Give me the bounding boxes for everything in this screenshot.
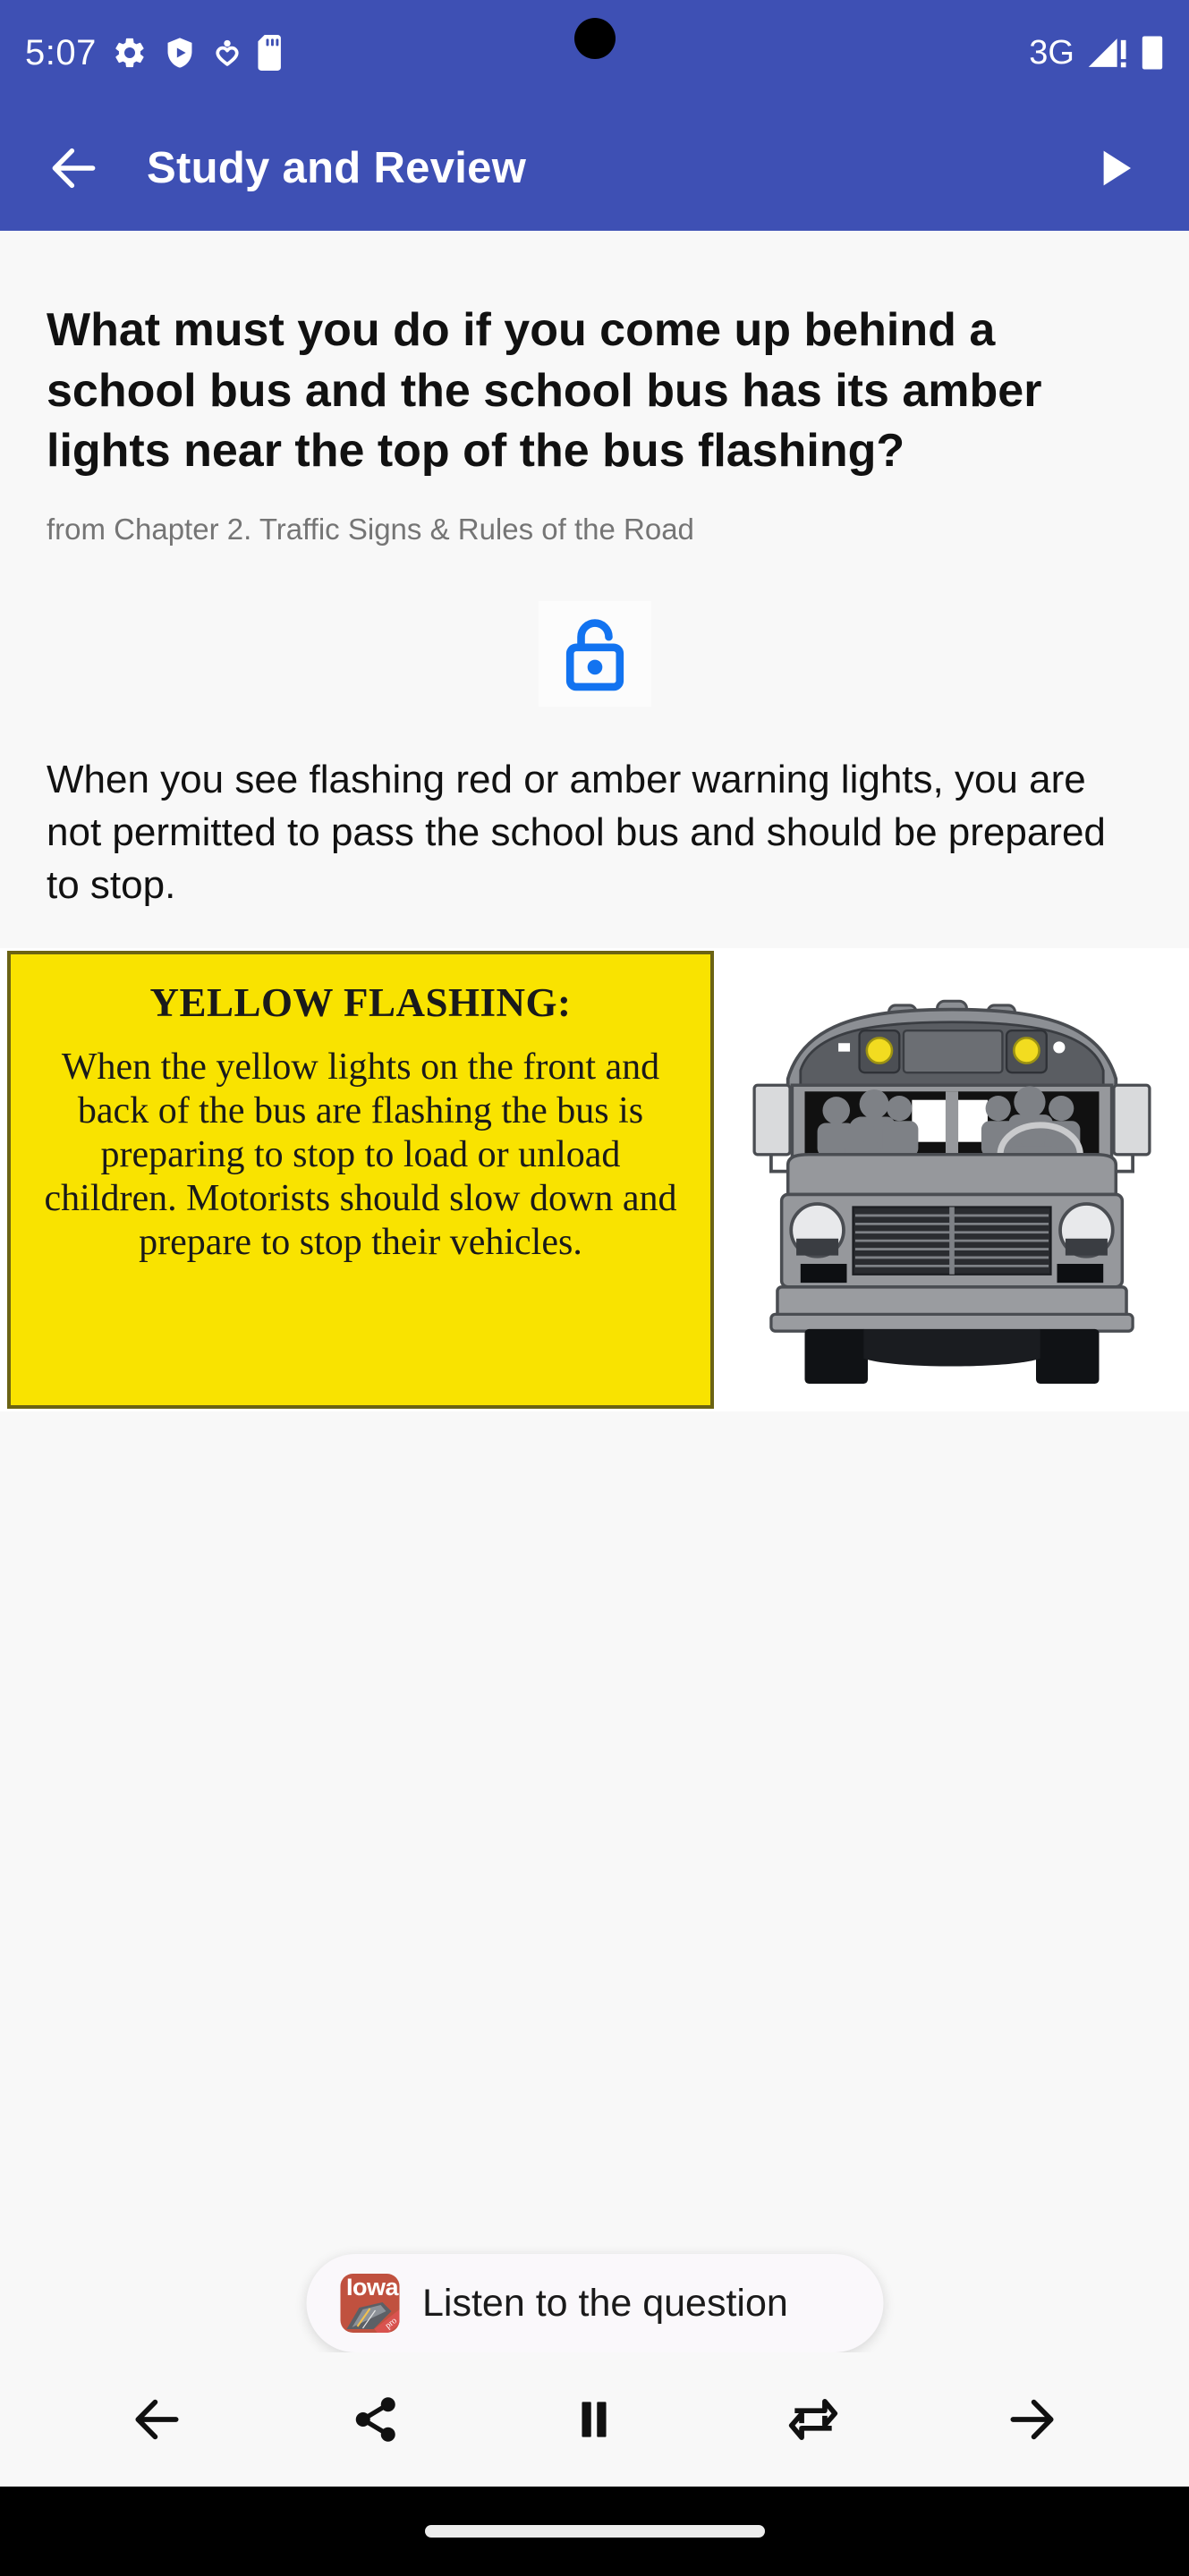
- gear-icon: [112, 35, 148, 71]
- share-button[interactable]: [327, 2370, 425, 2469]
- sd-card-icon: [258, 35, 285, 71]
- status-bar-right: 3G: [1029, 34, 1164, 72]
- battery-icon: [1141, 34, 1164, 72]
- unlock-icon-box[interactable]: [538, 600, 651, 707]
- yellow-sign-title: YELLOW FLASHING:: [149, 979, 572, 1025]
- arrow-right-icon: [1010, 2399, 1054, 2440]
- network-type-label: 3G: [1029, 34, 1074, 72]
- question-text: What must you do if you come up behind a…: [47, 304, 1042, 478]
- content-spacer: [0, 1411, 1189, 2181]
- camera-punch-hole: [573, 18, 616, 59]
- share-icon: [356, 2397, 396, 2442]
- system-navigation-bar: [0, 2487, 1189, 2576]
- person-heart-icon: [212, 35, 242, 71]
- illustration-row: YELLOW FLASHING: When the yellow lights …: [0, 947, 1189, 1411]
- iowa-app-icon: Iowa pro: [340, 2274, 399, 2333]
- back-button[interactable]: [36, 130, 113, 207]
- repeat-button[interactable]: [764, 2370, 862, 2469]
- status-bar-clock: 5:07: [25, 33, 97, 72]
- status-bar: 5:07 3G: [0, 0, 1189, 106]
- arrow-left-icon: [135, 2399, 179, 2440]
- next-button[interactable]: [982, 2370, 1081, 2469]
- yellow-sign-body: When the yellow lights on the front and …: [44, 1046, 677, 1264]
- yellow-flashing-sign: YELLOW FLASHING: When the yellow lights …: [7, 950, 714, 1409]
- pause-icon: [582, 2402, 607, 2437]
- school-bus-image: [714, 948, 1189, 1411]
- toast-message: Listen to the question: [422, 2281, 788, 2325]
- question-source: from Chapter 2. Traffic Signs & Rules of…: [47, 512, 694, 546]
- play-button[interactable]: [1076, 130, 1153, 207]
- answer-text: When you see flashing red or amber warni…: [47, 757, 1106, 908]
- previous-button[interactable]: [108, 2370, 207, 2469]
- pause-button[interactable]: [545, 2370, 643, 2469]
- page-title: Study and Review: [147, 144, 527, 192]
- home-indicator[interactable]: [424, 2525, 765, 2538]
- study-content: What must you do if you come up behind a…: [0, 231, 1189, 2181]
- app-icon-label: Iowa: [346, 2274, 399, 2301]
- unlock-icon: [565, 619, 624, 691]
- shield-play-icon: [163, 35, 197, 71]
- app-bar: Study and Review: [0, 106, 1189, 231]
- status-bar-left: 5:07: [25, 35, 285, 71]
- signal-icon: [1087, 35, 1128, 71]
- app-screen: 5:07 3G Study and Review What must you d…: [0, 0, 1189, 2576]
- repeat-icon: [788, 2399, 837, 2440]
- media-control-bar: [0, 2352, 1189, 2487]
- listen-toast[interactable]: Iowa pro Listen to the question: [306, 2254, 883, 2352]
- answer-lock-container: [0, 549, 1189, 707]
